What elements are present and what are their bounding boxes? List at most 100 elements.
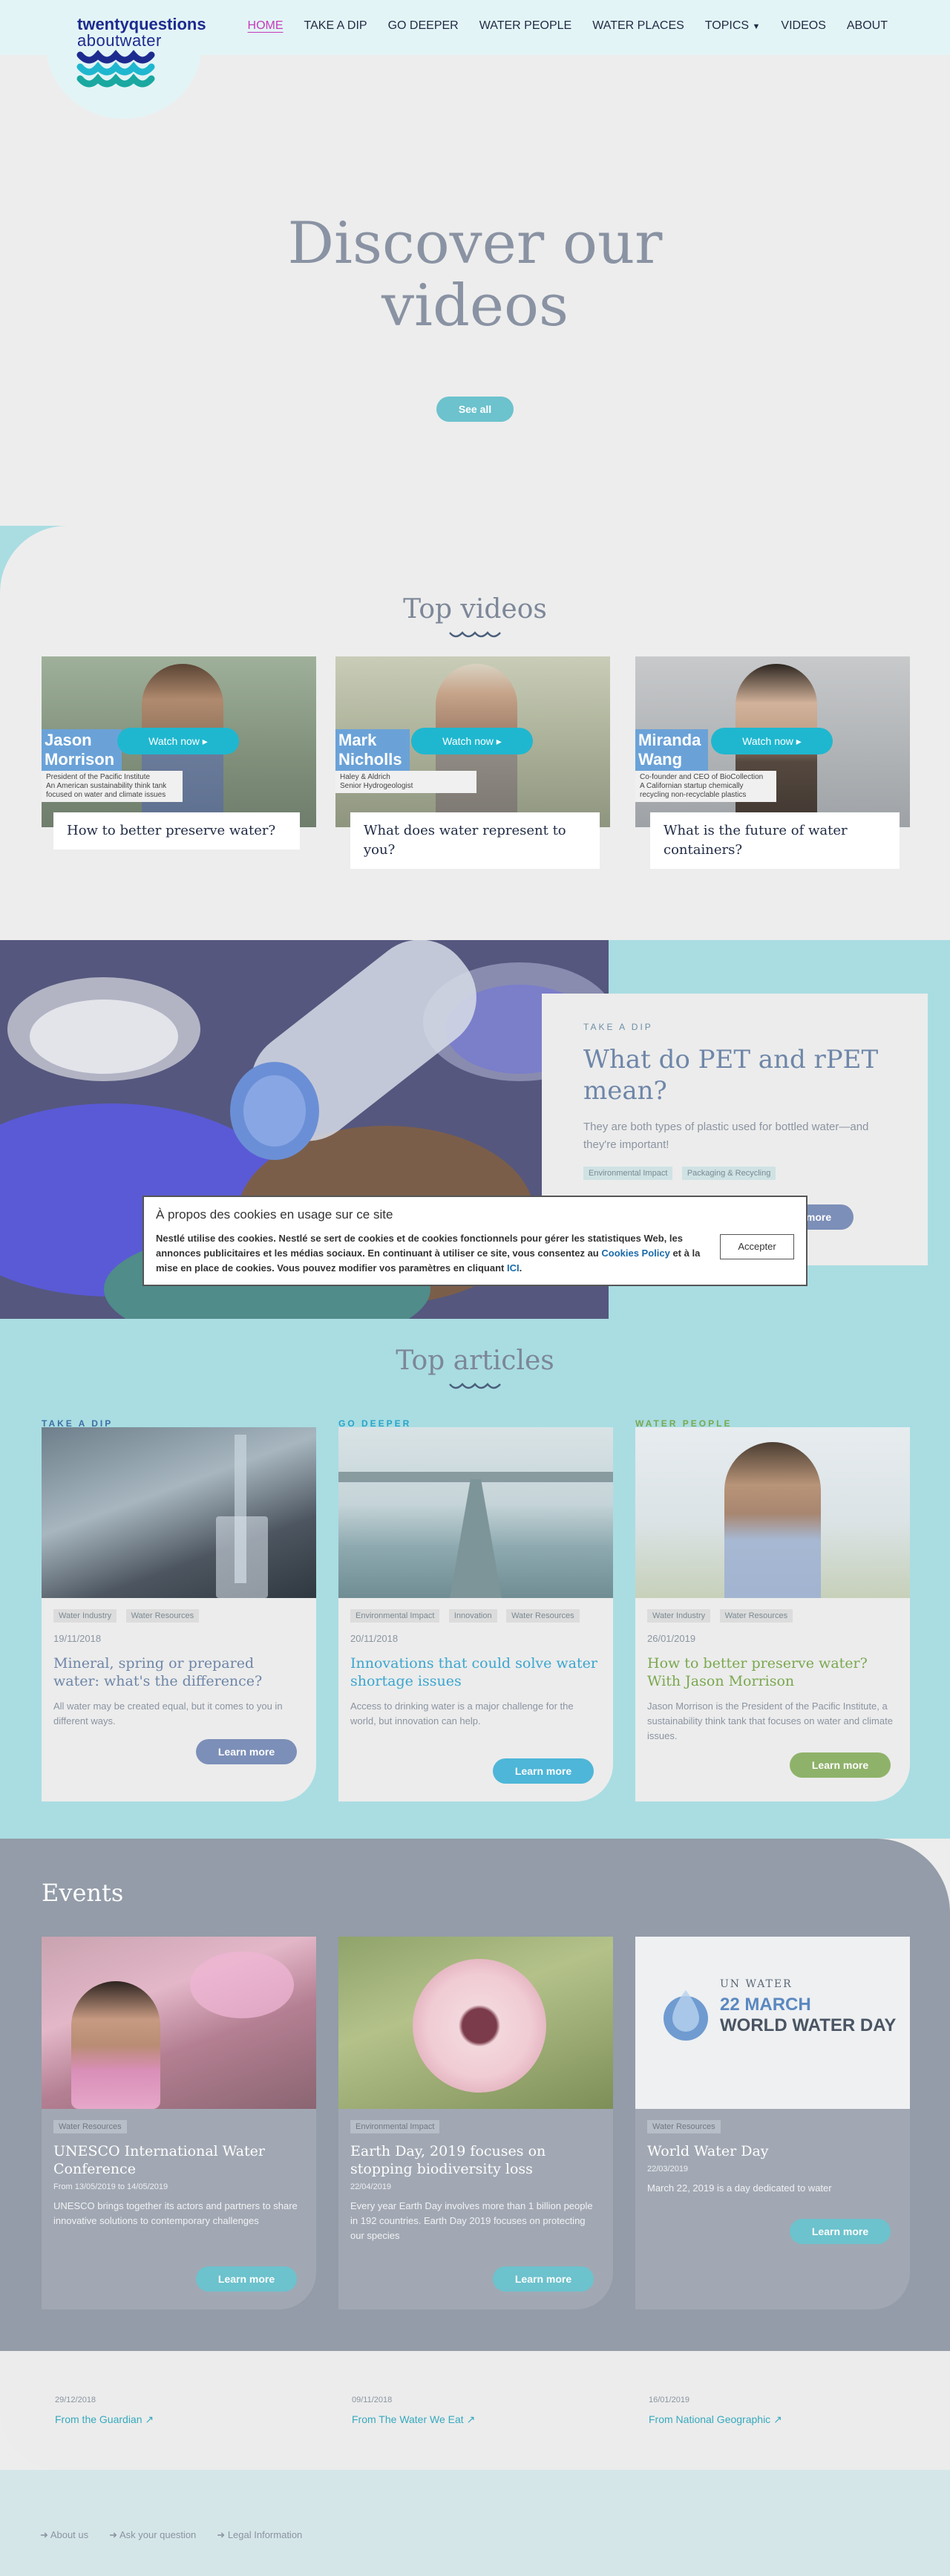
learn-more-button[interactable]: Learn more xyxy=(493,2266,594,2292)
nav-about[interactable]: ABOUT xyxy=(836,19,898,33)
tag[interactable]: Water Resources xyxy=(53,2120,127,2133)
news-link[interactable]: From the Guardian ↗ xyxy=(55,2413,154,2426)
logo-world-water-day: WORLD WATER DAY xyxy=(720,2015,897,2035)
external-link-icon: ↗ xyxy=(466,2413,476,2425)
video-speaker-name: Miranda Wang xyxy=(635,729,709,771)
speaker-last-name: Nicholls xyxy=(338,750,402,769)
video-caption[interactable]: What is the future of water containers? xyxy=(650,812,900,869)
nav-topics[interactable]: TOPICS ▼ xyxy=(695,19,771,33)
nav-home[interactable]: HOME xyxy=(238,19,294,33)
video-card[interactable]: Mark Nicholls Haley & Aldrich Senior Hydro… xyxy=(335,656,610,827)
event-text: Every year Earth Day involves more than … xyxy=(350,2200,593,2241)
article-tags: Water Industry Water Resources xyxy=(647,1608,898,1630)
tag[interactable]: Innovation xyxy=(448,1609,497,1623)
event-card[interactable]: Water Resources UNESCO International Wat… xyxy=(42,1937,316,2309)
news-link-label: From the Guardian xyxy=(55,2413,142,2425)
event-card[interactable]: UN WATER 22 MARCH WORLD WATER DAY Water … xyxy=(635,1937,910,2309)
glass-shape xyxy=(216,1516,268,1598)
watch-now-button[interactable]: Watch now ▸ xyxy=(411,728,533,754)
water-drop-globe-icon xyxy=(664,1990,708,2041)
tag[interactable]: Water Resources xyxy=(506,1609,580,1623)
article-title: Innovations that could solve water short… xyxy=(350,1655,597,1689)
top-videos-title: Top videos xyxy=(403,594,547,625)
learn-more-button[interactable]: Learn more xyxy=(790,1752,891,1778)
site-footer: ➜ About us ➜ Ask your question ➜ Legal I… xyxy=(0,2470,950,2576)
tag[interactable]: Packaging & Recycling xyxy=(681,1167,776,1180)
news-item: 16/01/2019 From National Geographic ↗ xyxy=(649,2396,782,2426)
article-date: 19/11/2018 xyxy=(53,1633,102,1644)
speaker-desc-line: focused on water and climate issues xyxy=(46,791,166,799)
cookie-settings-link[interactable]: ICI xyxy=(507,1262,520,1274)
article-image xyxy=(635,1427,910,1598)
learn-more-button[interactable]: Learn more xyxy=(196,1739,297,1764)
video-card[interactable]: Miranda Wang Co-founder and CEO of BioCol… xyxy=(635,656,910,827)
video-card[interactable]: Jason Morrison President of the Pacific I… xyxy=(42,656,316,827)
main-nav: HOME TAKE A DIP GO DEEPER WATER PEOPLE W… xyxy=(238,19,898,33)
video-speaker-desc: President of the Pacific Institute An Ame… xyxy=(42,771,183,802)
event-text: UNESCO brings together its actors and pa… xyxy=(53,2200,298,2226)
tag[interactable]: Environmental Impact xyxy=(350,2120,440,2133)
hero-title-line2: videos xyxy=(381,273,569,339)
footer-link-label: Ask your question xyxy=(119,2529,197,2540)
article-tags: Water Industry Water Resources xyxy=(53,1608,304,1630)
watch-now-label: Watch now xyxy=(442,735,494,747)
article-tags: Environmental Impact Innovation Water Re… xyxy=(350,1608,601,1630)
nav-take-a-dip[interactable]: TAKE A DIP xyxy=(294,19,378,33)
article-card[interactable]: Environmental Impact Innovation Water Re… xyxy=(338,1427,613,1801)
play-icon: ▸ xyxy=(202,735,208,747)
fabric-shape xyxy=(190,1951,294,2018)
external-link-icon: ↗ xyxy=(773,2413,782,2425)
nav-water-people[interactable]: WATER PEOPLE xyxy=(469,19,582,33)
video-speaker-name: Mark Nicholls xyxy=(335,729,410,771)
tag[interactable]: Environmental Impact xyxy=(583,1167,673,1180)
logo-line2: aboutwater xyxy=(77,31,162,50)
speaker-desc-line: Haley & Aldrich xyxy=(340,773,390,781)
watch-now-button[interactable]: Watch now ▸ xyxy=(117,728,239,754)
learn-more-button[interactable]: Learn more xyxy=(493,1758,594,1784)
tag[interactable]: Water Resources xyxy=(125,1609,200,1623)
learn-more-button[interactable]: Learn more xyxy=(790,2219,891,2244)
wave-divider-icon xyxy=(449,631,501,638)
tag[interactable]: Environmental Impact xyxy=(350,1609,440,1623)
nav-go-deeper[interactable]: GO DEEPER xyxy=(378,19,469,33)
article-card[interactable]: Water Industry Water Resources 19/11/201… xyxy=(42,1427,316,1801)
event-title: Earth Day, 2019 focuses on stopping biod… xyxy=(350,2143,546,2177)
watch-now-button[interactable]: Watch now ▸ xyxy=(711,728,833,754)
footer-links: ➜ About us ➜ Ask your question ➜ Legal I… xyxy=(40,2529,302,2541)
article-date: 26/01/2019 xyxy=(647,1633,696,1644)
event-card[interactable]: Environmental Impact Earth Day, 2019 foc… xyxy=(338,1937,613,2309)
watch-now-label: Watch now xyxy=(148,735,200,747)
tag[interactable]: Water Resources xyxy=(719,1609,793,1623)
speaker-desc-line: Co-founder and CEO of BioCollection xyxy=(640,773,764,781)
footer-link-ask[interactable]: ➜ Ask your question xyxy=(109,2529,196,2541)
flower-shape xyxy=(413,1959,546,2093)
footer-link-about[interactable]: ➜ About us xyxy=(40,2529,88,2541)
tag[interactable]: Water Industry xyxy=(647,1609,711,1623)
news-date: 16/01/2019 xyxy=(649,2396,690,2404)
cookies-policy-link[interactable]: Cookies Policy xyxy=(601,1248,669,1259)
cookie-accept-button[interactable]: Accepter xyxy=(720,1234,794,1259)
footer-link-legal[interactable]: ➜ Legal Information xyxy=(217,2529,302,2541)
event-date: 22/03/2019 xyxy=(647,2165,689,2174)
nav-videos[interactable]: VIDEOS xyxy=(770,19,836,33)
article-card[interactable]: Water Industry Water Resources 26/01/201… xyxy=(635,1427,910,1801)
article-image xyxy=(42,1427,316,1598)
arrow-right-icon: ➜ xyxy=(109,2529,118,2540)
video-caption[interactable]: What does water represent to you? xyxy=(350,812,600,869)
chevron-down-icon: ▼ xyxy=(752,22,761,31)
nav-water-places[interactable]: WATER PLACES xyxy=(582,19,695,33)
news-link[interactable]: From The Water We Eat ↗ xyxy=(352,2413,475,2426)
video-caption[interactable]: How to better preserve water? xyxy=(53,812,300,850)
wave-divider-icon xyxy=(449,1383,501,1389)
tag[interactable]: Water Resources xyxy=(647,2120,721,2133)
top-articles-title: Top articles xyxy=(396,1346,554,1376)
news-link[interactable]: From National Geographic ↗ xyxy=(649,2413,782,2426)
see-all-button[interactable]: See all xyxy=(436,397,514,422)
featured-text: They are both types of plastic used for … xyxy=(583,1121,869,1151)
event-date: 22/04/2019 xyxy=(350,2182,392,2191)
featured-title: What do PET and rPET mean? xyxy=(583,1045,879,1106)
tag[interactable]: Water Industry xyxy=(53,1609,117,1623)
learn-more-button[interactable]: Learn more xyxy=(196,2266,297,2292)
site-logo[interactable]: twentyquestions aboutwater xyxy=(77,16,206,49)
speaker-first-name: Jason xyxy=(45,731,92,749)
